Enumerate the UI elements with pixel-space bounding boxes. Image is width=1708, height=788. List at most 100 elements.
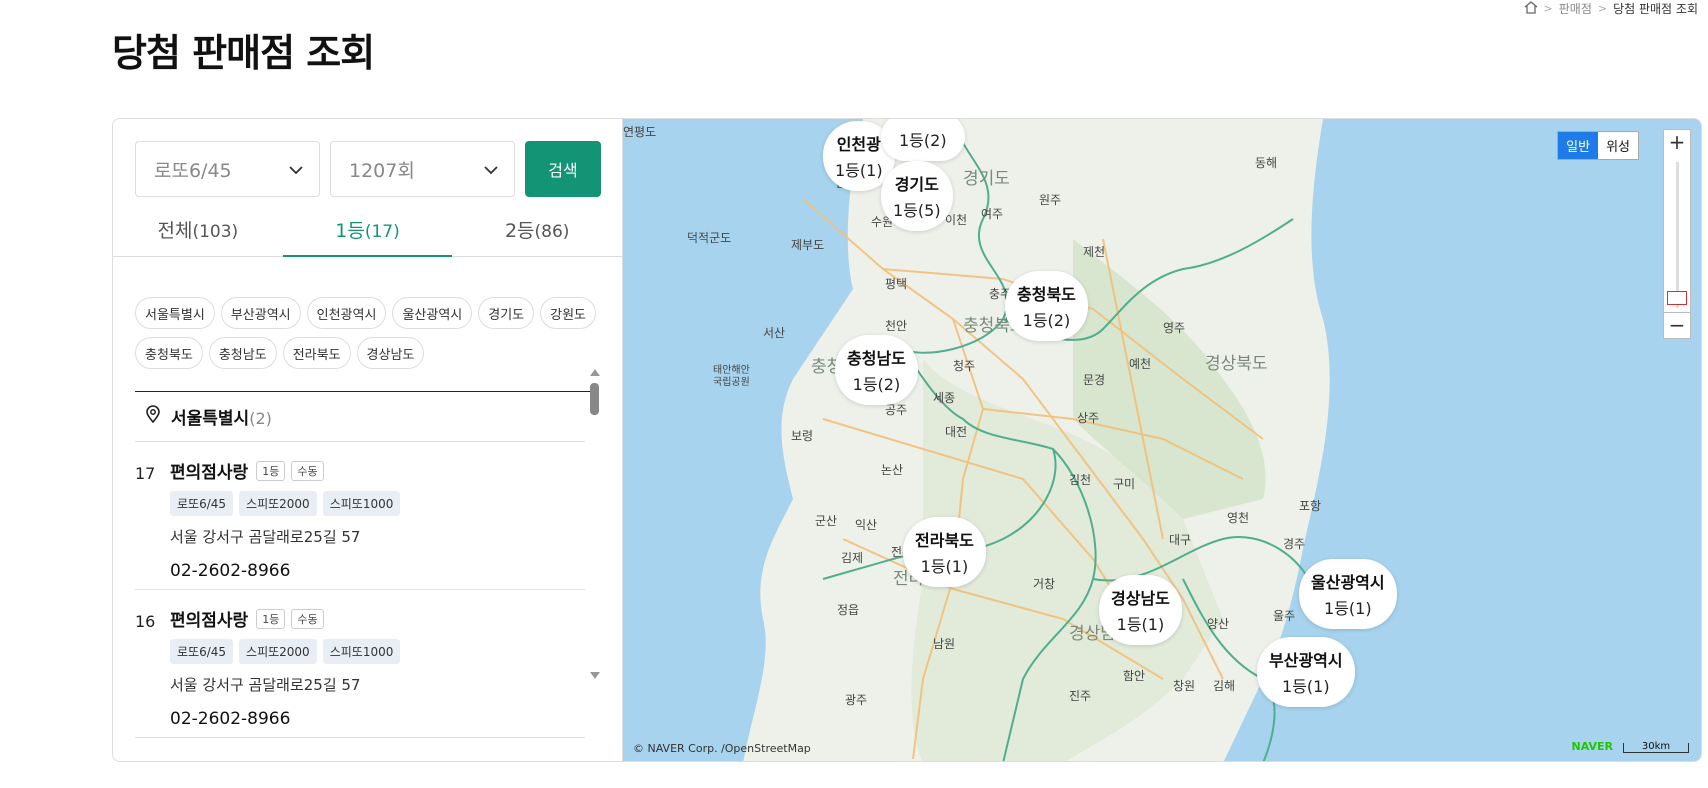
map-copyright: © NAVER Corp. /OpenStreetMap xyxy=(633,742,811,755)
zoom-out-button[interactable]: − xyxy=(1664,312,1690,338)
map-marker-bubble[interactable]: 1등(2) xyxy=(881,119,965,161)
map-marker-bubble[interactable]: 전라북도 1등(1) xyxy=(903,517,986,587)
map-marker-bubble[interactable]: 충청남도 1등(2) xyxy=(835,335,918,405)
map-marker-bubble[interactable]: 부산광역시 1등(1) xyxy=(1257,637,1355,707)
region-chip[interactable]: 서울특별시 xyxy=(135,297,215,329)
region-chip[interactable]: 부산광역시 xyxy=(220,297,301,329)
place-label: 진주 xyxy=(1069,689,1092,703)
place-label: 논산 xyxy=(881,463,904,477)
game-select[interactable]: 로또6/45 xyxy=(135,141,320,197)
zoom-control: + − xyxy=(1663,129,1691,339)
place-label: 영천 xyxy=(1227,511,1250,525)
map-type-satellite-button[interactable]: 위성 xyxy=(1598,132,1638,159)
region-chip[interactable]: 충청남도 xyxy=(208,337,277,369)
scroll-up-icon[interactable] xyxy=(590,369,600,376)
place-label: 원주 xyxy=(1039,193,1062,207)
marker-region: 인천광 xyxy=(836,135,881,154)
map-marker-bubble[interactable]: 경기도 1등(5) xyxy=(881,161,953,231)
method-badge: 수동 xyxy=(291,460,324,481)
shop-phone: 02-2602-8966 xyxy=(170,709,291,729)
round-select[interactable]: 1207회 xyxy=(330,141,515,197)
marker-count: 1등(5) xyxy=(893,201,941,220)
rank-tabs: 전체(103) 1등(17) 2등(86) xyxy=(113,211,622,257)
region-chip[interactable]: 인천광역시 xyxy=(306,297,387,329)
chevron-down-icon xyxy=(484,158,498,180)
zoom-handle[interactable] xyxy=(1667,291,1687,305)
marker-count: 1등(1) xyxy=(920,557,969,576)
marker-count: 1등(1) xyxy=(1282,677,1330,696)
place-label: 김제 xyxy=(841,551,864,565)
naver-logo: NAVER xyxy=(1571,740,1613,753)
place-label: 동해 xyxy=(1255,156,1278,170)
region-chip[interactable]: 강원도 xyxy=(540,297,597,329)
place-label: 함안 xyxy=(1123,669,1146,683)
map-view[interactable]: 경기도 충청북도 충청남도 경상북도 전라북도 경상남도 연평도 인천 덕적군도… xyxy=(623,119,1701,761)
map-type-toggle: 일반 위성 xyxy=(1557,131,1639,160)
game-tag: 스피또2000 xyxy=(239,491,317,516)
breadcrumb-current: 당첨 판매점 조회 xyxy=(1613,2,1698,16)
place-label: 창원 xyxy=(1173,679,1196,693)
region-chip[interactable]: 경기도 xyxy=(478,297,535,329)
game-tag: 스피또1000 xyxy=(322,491,401,516)
place-label: 태안해안국립공원 xyxy=(713,365,750,388)
shop-name[interactable]: 편의점사랑 xyxy=(170,606,248,631)
marker-region: 경상남도 xyxy=(1111,589,1170,608)
tab-label: 1등 xyxy=(335,220,365,242)
map-marker-bubble[interactable]: 경상남도 1등(1) xyxy=(1099,575,1182,645)
page-title: 당첨 판매점 조회 xyxy=(112,31,375,75)
place-label: 군산 xyxy=(815,514,838,528)
chevron-right-icon: > xyxy=(1597,2,1608,15)
rank-badge: 1등 xyxy=(256,608,286,629)
place-label: 영주 xyxy=(1163,321,1186,335)
map-marker-bubble[interactable]: 충청북도 1등(2) xyxy=(1005,271,1088,341)
search-button[interactable]: 검색 xyxy=(525,141,601,197)
place-label: 청주 xyxy=(953,359,976,373)
tab-all[interactable]: 전체(103) xyxy=(113,211,283,256)
place-label: 덕적군도 xyxy=(687,231,732,245)
place-label: 광주 xyxy=(845,693,868,707)
region-chip[interactable]: 울산광역시 xyxy=(392,297,473,329)
place-label: 세종 xyxy=(933,391,956,405)
marker-count: 1등(2) xyxy=(1022,311,1071,330)
province-label: 경기도 xyxy=(963,169,1010,189)
shop-name[interactable]: 편의점사랑 xyxy=(170,458,248,483)
game-tag: 로또6/45 xyxy=(170,639,234,664)
tab-first-prize[interactable]: 1등(17) xyxy=(282,211,453,257)
region-chip[interactable]: 경상남도 xyxy=(356,337,425,369)
place-label: 문경 xyxy=(1083,373,1106,387)
scroll-thumb[interactable] xyxy=(590,383,599,415)
list-item[interactable]: 16 편의점사랑 1등 수동 로또6/45 스피또2000 스피또1000 서울… xyxy=(135,590,585,738)
search-controls: 로또6/45 1207회 검색 xyxy=(135,141,601,197)
tab-count: (17) xyxy=(364,222,400,242)
region-chip[interactable]: 전라북도 xyxy=(282,337,351,369)
map-type-normal-button[interactable]: 일반 xyxy=(1558,132,1599,159)
store-search-panel: 로또6/45 1207회 검색 전체(103) 1등(17) 2등(86) 서울… xyxy=(112,118,1702,762)
map-scale: 30km xyxy=(1623,742,1689,753)
region-chip[interactable]: 충청북도 xyxy=(135,337,203,369)
store-list[interactable]: 서울특별시(2) 17 편의점사랑 1등 수동 로또6/45 스피또2000 스… xyxy=(135,392,585,744)
breadcrumb-item[interactable]: 판매점 xyxy=(1559,0,1592,17)
zoom-track[interactable] xyxy=(1676,162,1679,308)
place-label: 김해 xyxy=(1213,679,1236,693)
marker-region: 부산광역시 xyxy=(1269,651,1343,670)
tab-second-prize[interactable]: 2등(86) xyxy=(452,211,622,256)
list-scrollbar[interactable] xyxy=(588,369,602,679)
group-count: (2) xyxy=(249,409,272,428)
tab-count: (103) xyxy=(192,222,239,242)
scroll-down-icon[interactable] xyxy=(590,672,600,679)
place-label: 서산 xyxy=(763,326,786,340)
map-marker-bubble[interactable]: 울산광역시 1등(1) xyxy=(1299,559,1397,629)
marker-region: 충청북도 xyxy=(1017,285,1076,304)
place-label: 남원 xyxy=(933,637,956,651)
zoom-in-button[interactable]: + xyxy=(1664,130,1690,156)
place-label: 경주 xyxy=(1283,537,1306,551)
home-icon[interactable] xyxy=(1524,0,1538,17)
place-label: 포항 xyxy=(1299,499,1322,513)
place-label: 상주 xyxy=(1077,411,1100,425)
breadcrumb: > 판매점 > 당첨 판매점 조회 xyxy=(1524,0,1698,17)
tab-label: 전체 xyxy=(157,220,193,242)
list-item[interactable]: 17 편의점사랑 1등 수동 로또6/45 스피또2000 스피또1000 서울… xyxy=(135,442,585,590)
marker-region: 전라북도 xyxy=(915,531,974,550)
group-header[interactable]: 서울특별시(2) xyxy=(135,392,585,442)
item-number: 17 xyxy=(135,464,156,483)
